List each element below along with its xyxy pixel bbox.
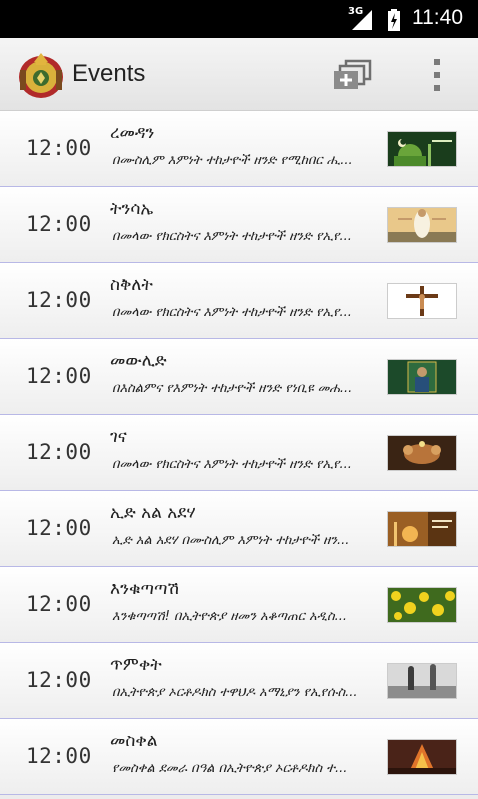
status-clock: 11:40 <box>412 6 463 29</box>
mawlid-image <box>387 359 457 395</box>
baptism-image <box>387 663 457 699</box>
event-title: ረመዳን <box>110 123 155 143</box>
signal-icon <box>352 10 372 30</box>
event-description: በመላው የክርስትና እምነት ተከታዮች ዘንድ የኢየ... <box>112 457 352 472</box>
event-row[interactable]: 12:00 ረመዳን በሙስሊም እምነት ተከታዮች ዘንድ የሚከበር ሒ.… <box>0 111 478 187</box>
event-time: 12:00 <box>26 212 92 236</box>
event-row[interactable]: 12:00 ስቅለት በመላው የክርስትና እምነት ተከታዮች ዘንድ የኢ… <box>0 263 478 339</box>
nativity-image <box>387 435 457 471</box>
event-time: 12:00 <box>26 364 92 388</box>
event-row[interactable]: 12:00 ጥምቀት በኢትዮጵያ ኦርቶዶክስ ተዋህዶ አማኒያን የኢየሱ… <box>0 643 478 719</box>
event-title: ኢድ አል አደሃ <box>110 503 196 523</box>
event-description: የመስቀል ደመራ በዓል በኢትዮጵያ ኦርቶዶክስ ተ... <box>112 761 348 776</box>
crucifix-image <box>387 283 457 319</box>
event-title: ገና <box>110 427 127 447</box>
imperial-crest-icon[interactable] <box>16 50 66 100</box>
event-title: መውሊድ <box>110 351 167 371</box>
event-row[interactable]: 12:00 መውሊድ በእስልምና የእምነት ተከታዮች ዘንድ የነቢዩ መ… <box>0 339 478 415</box>
event-row[interactable]: 12:00 መስቀል የመስቀል ደመራ በዓል በኢትዮጵያ ኦርቶዶክስ ተ… <box>0 719 478 795</box>
battery-charging-icon <box>388 9 400 31</box>
event-title: ትንሳኤ <box>110 199 154 219</box>
event-description: በኢትዮጵያ ኦርቶዶክስ ተዋህዶ አማኒያን የኢየሱስ... <box>112 685 358 700</box>
event-description: እንቁጣጣሽ! በኢትዮጵያ ዘመን አቆጣጠር አዲስ... <box>112 609 348 624</box>
event-description: በሙስሊም እምነት ተከታዮች ዘንድ የሚከበር ሒ... <box>112 153 353 168</box>
event-description: በመላው የክርስትና እምነት ተከታዮች ዘንድ የኢየ... <box>112 305 352 320</box>
event-title: ጥምቀት <box>110 655 162 675</box>
event-time: 12:00 <box>26 516 92 540</box>
event-time: 12:00 <box>26 592 92 616</box>
event-description: ኢድ አል አደሃ በሙስሊም እምነት ተከታዮች ዘን... <box>112 533 350 548</box>
page-title: Events <box>72 60 146 87</box>
events-list: 12:00 ረመዳን በሙስሊም እምነት ተከታዮች ዘንድ የሚከበር ሒ.… <box>0 111 478 795</box>
eid-mubarak-image <box>387 511 457 547</box>
event-time: 12:00 <box>26 288 92 312</box>
add-event-icon[interactable] <box>330 58 374 94</box>
event-time: 12:00 <box>26 668 92 692</box>
event-row[interactable]: 12:00 ኢድ አል አደሃ ኢድ አል አደሃ በሙስሊም እምነት ተከታ… <box>0 491 478 567</box>
overflow-menu-icon[interactable] <box>424 56 450 94</box>
event-title: እንቁጣጣሽ <box>110 579 179 599</box>
meskel-bonfire-image <box>387 739 457 775</box>
action-bar: Events <box>0 38 478 111</box>
eid-mosque-image <box>387 131 457 167</box>
event-row[interactable]: 12:00 ገና በመላው የክርስትና እምነት ተከታዮች ዘንድ የኢየ.… <box>0 415 478 491</box>
event-title: መስቀል <box>110 731 158 751</box>
event-description: በእስልምና የእምነት ተከታዮች ዘንድ የነቢዩ መሐ... <box>112 381 353 396</box>
event-time: 12:00 <box>26 744 92 768</box>
event-title: ስቅለት <box>110 275 153 295</box>
event-row[interactable]: 12:00 ትንሳኤ በመላው የክርስትና እምነት ተከታዮች ዘንድ የኢ… <box>0 187 478 263</box>
event-description: በመላው የክርስትና እምነት ተከታዮች ዘንድ የኢየ... <box>112 229 352 244</box>
resurrection-image <box>387 207 457 243</box>
event-time: 12:00 <box>26 136 92 160</box>
event-time: 12:00 <box>26 440 92 464</box>
status-bar: 3G 11:40 <box>0 0 478 38</box>
yellow-flowers-image <box>387 587 457 623</box>
event-row[interactable]: 12:00 እንቁጣጣሽ እንቁጣጣሽ! በኢትዮጵያ ዘመን አቆጣጠር አዲ… <box>0 567 478 643</box>
